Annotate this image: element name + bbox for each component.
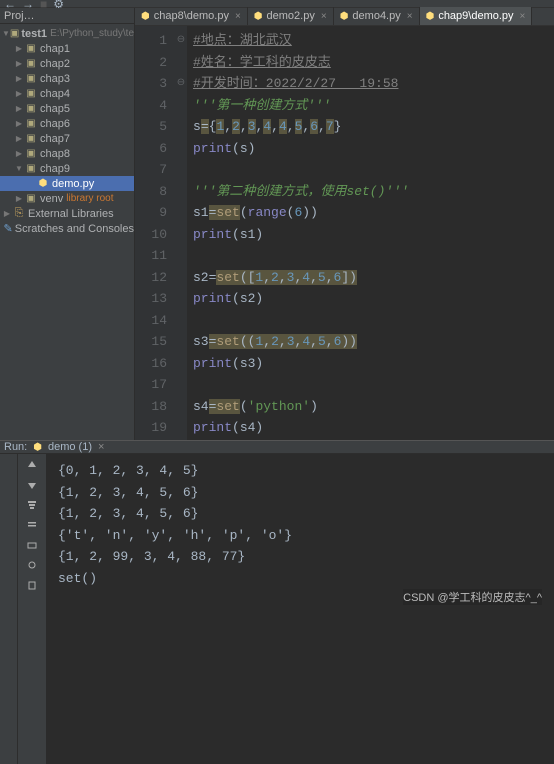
tree-item-chap5[interactable]: ▶▣chap5 — [0, 101, 134, 116]
output-line: {1, 2, 3, 4, 5, 6} — [58, 503, 554, 525]
output-line: {0, 1, 2, 3, 4, 5} — [58, 460, 554, 482]
gutter: 12345678910111213141516171819 — [135, 26, 175, 440]
project-title: Proj… — [4, 10, 35, 22]
close-icon[interactable]: × — [235, 11, 241, 22]
editor: ⬢chap8\demo.py×⬢demo2.py×⬢demo4.py×⬢chap… — [135, 8, 554, 440]
run-output[interactable]: {0, 1, 2, 3, 4, 5}{1, 2, 3, 4, 5, 6}{1, … — [46, 454, 554, 764]
watermark: CSDN @学工科的皮皮志^_^ — [403, 589, 542, 605]
tree-item-venv[interactable]: ▶▣venvlibrary root — [0, 191, 134, 206]
close-icon[interactable]: × — [321, 11, 327, 22]
tree-item-scratches-and-consoles[interactable]: ✎Scratches and Consoles — [0, 221, 134, 236]
run-toolbar — [18, 454, 46, 764]
run-close-icon[interactable]: × — [98, 441, 104, 453]
tree-item-chap1[interactable]: ▶▣chap1 — [0, 41, 134, 56]
tree-item-chap8[interactable]: ▶▣chap8 — [0, 146, 134, 161]
editor-tabs: ⬢chap8\demo.py×⬢demo2.py×⬢demo4.py×⬢chap… — [135, 8, 554, 26]
close-icon[interactable]: × — [407, 11, 413, 22]
pin-icon[interactable] — [25, 558, 39, 572]
project-panel-header[interactable]: Proj… — [0, 8, 134, 24]
output-line: {1, 2, 3, 4, 5, 6} — [58, 482, 554, 504]
trash-icon[interactable] — [25, 578, 39, 592]
tree-item-chap6[interactable]: ▶▣chap6 — [0, 116, 134, 131]
tree-item-chap9[interactable]: ▼▣chap9 — [0, 161, 134, 176]
tree-item-external-libraries[interactable]: ▶⎘External Libraries — [0, 206, 134, 221]
tab-chap9-demo-py[interactable]: ⬢chap9\demo.py× — [420, 7, 533, 25]
output-line: {'t', 'n', 'y', 'h', 'p', 'o'} — [58, 525, 554, 547]
filter-icon[interactable] — [25, 498, 39, 512]
tree-item-chap7[interactable]: ▶▣chap7 — [0, 131, 134, 146]
fold-column: ⊖⊖ — [175, 26, 187, 440]
print-icon[interactable] — [25, 538, 39, 552]
run-label: Run: — [4, 441, 27, 453]
python-icon: ⬢ — [33, 442, 42, 453]
tree-item-chap3[interactable]: ▶▣chap3 — [0, 71, 134, 86]
project-tree: ▼▣ test1 E:\Python_study\te ▶▣chap1▶▣cha… — [0, 24, 134, 440]
tree-root-name: test1 — [21, 28, 47, 40]
tree-item-chap2[interactable]: ▶▣chap2 — [0, 56, 134, 71]
tree-item-chap4[interactable]: ▶▣chap4 — [0, 86, 134, 101]
tree-item-demo-py[interactable]: ⬢demo.py — [0, 176, 134, 191]
tab-demo4-py[interactable]: ⬢demo4.py× — [334, 7, 420, 25]
tab-chap8-demo-py[interactable]: ⬢chap8\demo.py× — [135, 7, 248, 25]
wrap-icon[interactable] — [25, 518, 39, 532]
close-icon[interactable]: × — [520, 11, 526, 22]
project-panel: Proj… ▼▣ test1 E:\Python_study\te ▶▣chap… — [0, 8, 135, 440]
run-config-name: demo (1) — [48, 441, 92, 453]
run-header[interactable]: Run: ⬢ demo (1) × — [0, 441, 554, 454]
code-content[interactable]: #地点：湖北武汉#姓名：学工科的皮皮志#开发时间：2022/2/27 19:58… — [187, 26, 554, 440]
output-line: {1, 2, 99, 3, 4, 88, 77} — [58, 546, 554, 568]
tab-demo2-py[interactable]: ⬢demo2.py× — [248, 7, 334, 25]
down-icon[interactable] — [25, 478, 39, 492]
code-area[interactable]: 12345678910111213141516171819 ⊖⊖ #地点：湖北武… — [135, 26, 554, 440]
tree-root-path: E:\Python_study\te — [50, 28, 134, 39]
run-side-strip — [0, 454, 18, 764]
output-line: set() — [58, 568, 554, 590]
up-icon[interactable] — [25, 458, 39, 472]
tree-root[interactable]: ▼▣ test1 E:\Python_study\te — [0, 26, 134, 41]
